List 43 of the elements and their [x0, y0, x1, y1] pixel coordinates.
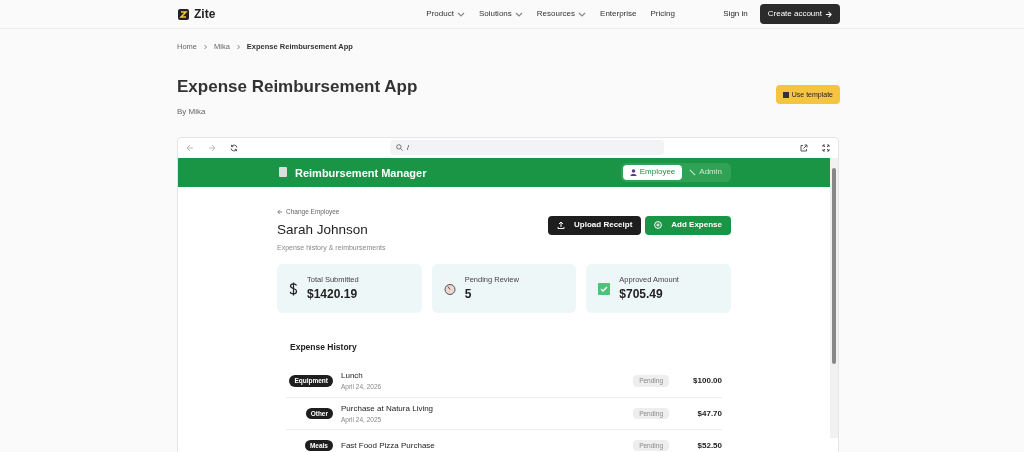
plus-circle-icon	[654, 221, 663, 230]
role-tab[interactable]: Employee	[622, 164, 683, 180]
stat-value: $1420.19	[307, 286, 359, 304]
nav-link[interactable]: Solutions	[478, 8, 523, 20]
fullscreen-icon[interactable]	[822, 143, 830, 152]
scrollbar[interactable]	[830, 157, 838, 438]
nav-link[interactable]: Enterprise	[600, 8, 637, 20]
checkbox-icon	[598, 282, 611, 295]
expense-title: Lunch	[341, 370, 364, 383]
stat-value: $705.49	[619, 286, 664, 304]
expense-title: Fast Food Pizza Purchase	[341, 439, 436, 452]
logo-icon	[178, 8, 189, 20]
expense-title: Purchase at Natura Living	[341, 402, 435, 415]
expense-amount: $52.50	[696, 439, 722, 452]
expense-amount: $100.00	[692, 375, 722, 387]
person-icon	[629, 168, 637, 176]
nav-link[interactable]: Resources	[536, 8, 587, 20]
section-title: Expense History	[290, 341, 358, 354]
sign-in-link[interactable]: Sign in	[723, 8, 748, 20]
external-link-icon[interactable]	[800, 143, 808, 152]
notebook-icon	[279, 167, 287, 178]
create-account-button[interactable]: Create account	[759, 4, 840, 24]
expense-amount: $47.70	[696, 407, 722, 420]
dollar-icon	[289, 281, 298, 296]
chevron-right-icon	[235, 43, 241, 50]
stopwatch-icon	[443, 282, 456, 295]
action-button[interactable]: Upload Receipt	[548, 215, 642, 235]
nav-link[interactable]: Product	[426, 8, 465, 20]
template-icon	[782, 91, 789, 98]
logo-text: Zite	[194, 6, 216, 23]
search-icon	[396, 144, 403, 152]
reload-icon[interactable]	[230, 143, 238, 152]
author-text: By Mika	[177, 105, 207, 118]
page-title: Expense Reimbursement App	[177, 76, 419, 99]
arrow-left-icon	[277, 208, 283, 215]
app-title: Reimbursement Manager	[295, 167, 427, 180]
arrow-right-icon	[825, 10, 832, 18]
stat-value: 5	[464, 286, 473, 304]
nav-link[interactable]: Pricing	[650, 8, 675, 20]
action-button[interactable]: Add Expense	[645, 215, 731, 235]
employee-name: Sarah Johnson	[277, 220, 369, 239]
chevron-right-icon	[203, 43, 208, 50]
upload-icon	[557, 221, 566, 230]
